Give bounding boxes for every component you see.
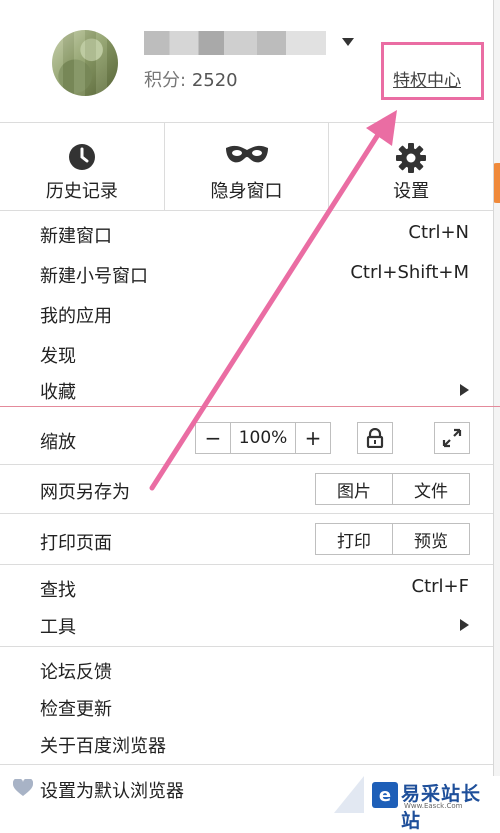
fullscreen-button[interactable] [434,422,470,454]
divider [0,464,493,465]
quick-tiles: 历史记录 隐身窗口 设置 [0,122,493,211]
clock-icon [68,144,95,170]
menu-item-label: 设置为默认浏览器 [40,781,184,802]
zoom-in-button[interactable]: + [296,423,330,453]
menu-item-label: 我的应用 [40,306,112,327]
menu-item-favorites[interactable]: 收藏 [0,370,493,408]
divider [0,646,493,647]
menu-item-label: 关于百度浏览器 [40,736,166,757]
logo-icon: e [372,782,398,808]
lock-icon [366,428,384,448]
watermark-subtext: Www.Easck.Com [404,802,463,810]
menu-item-label: 新建小号窗口 [40,266,148,287]
menu-item-label: 检查更新 [40,699,112,720]
menu-item-label: 查找 [40,580,76,601]
score-label: 积分: [144,70,187,91]
history-button[interactable]: 历史记录 [0,122,165,210]
divider [0,564,493,565]
menu-item-my-apps[interactable]: 我的应用 [0,294,493,332]
menu-item-check-update[interactable]: 检查更新 [0,687,493,725]
settings-button[interactable]: 设置 [329,122,493,210]
divider [0,764,493,765]
print-buttons: 打印 预览 [315,523,470,555]
menu-item-new-alt-window[interactable]: 新建小号窗口 Ctrl+Shift+M [0,254,493,292]
site-watermark: e 易采站长站 Www.Easck.Com [334,776,500,832]
browser-main-menu: 积分: 2520 特权中心 历史记录 隐身窗口 设置 新建窗口 Ctrl+N 新… [0,0,500,813]
score-value: 2520 [191,70,238,91]
menu-item-new-window[interactable]: 新建窗口 Ctrl+N [0,214,493,252]
zoom-control: − 100% + [195,422,331,454]
username-blurred [144,31,326,55]
history-label: 历史记录 [45,181,118,202]
heart-icon [13,779,33,796]
menu-item-label: 收藏 [40,382,76,403]
avatar[interactable] [52,30,118,96]
menu-item-label: 网页另存为 [40,482,130,503]
gear-icon [396,143,427,173]
chevron-down-icon[interactable] [342,38,354,46]
divider [0,513,493,514]
menu-item-find[interactable]: 查找 Ctrl+F [0,568,493,606]
save-as-file-button[interactable]: 文件 [393,474,469,504]
chevron-right-icon [460,384,469,396]
zoom-level: 100% [231,423,296,453]
user-score: 积分: 2520 [144,66,238,92]
shortcut-text: Ctrl+F [411,576,469,597]
menu-item-label: 新建窗口 [40,226,112,247]
menu-item-about[interactable]: 关于百度浏览器 [0,724,493,762]
print-button[interactable]: 打印 [316,524,393,554]
menu-item-label: 打印页面 [40,533,112,554]
menu-item-feedback[interactable]: 论坛反馈 [0,650,493,688]
menu-item-label: 缩放 [40,432,76,453]
menu-item-label: 发现 [40,346,76,367]
divider [0,406,500,407]
shortcut-text: Ctrl+Shift+M [350,262,469,283]
chevron-right-icon [460,619,469,631]
menu-item-label: 论坛反馈 [40,662,112,683]
expand-icon [442,428,462,448]
watermark-corner [334,776,364,813]
menu-item-tools[interactable]: 工具 [0,605,493,643]
shortcut-text: Ctrl+N [408,222,469,243]
menu-item-discover[interactable]: 发现 [0,334,493,372]
settings-label: 设置 [393,181,430,202]
zoom-out-button[interactable]: − [196,423,231,453]
highlight-annotation [381,42,484,100]
save-as-buttons: 图片 文件 [315,473,470,505]
menu-item-label: 工具 [40,617,76,638]
mask-icon [225,145,268,163]
save-as-image-button[interactable]: 图片 [316,474,393,504]
zoom-lock-button[interactable] [357,422,393,454]
print-preview-button[interactable]: 预览 [393,524,469,554]
incognito-label: 隐身窗口 [210,181,283,202]
incognito-window-button[interactable]: 隐身窗口 [165,122,330,210]
